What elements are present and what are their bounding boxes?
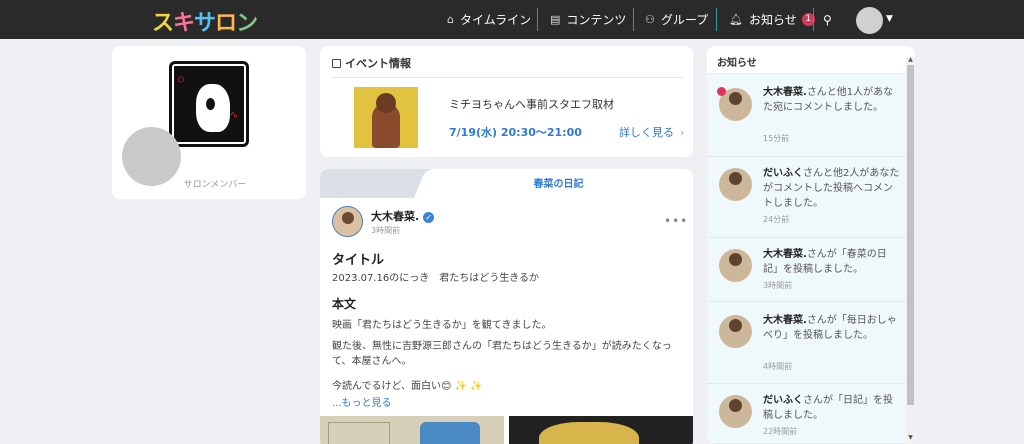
notification-scrollbar[interactable]: ▲ ▼: [906, 56, 915, 444]
avatar: [719, 249, 752, 282]
event-card: イベント情報 ミチヨちゃんへ事前スタエフ取材 7/19(水) 20:30〜21:…: [320, 46, 693, 157]
post-timestamp: 3時間前: [371, 226, 401, 235]
notification-user: だいふく: [763, 168, 803, 179]
avatar: [719, 315, 752, 348]
cow-illustration: [196, 84, 230, 132]
verified-icon: ✓: [423, 212, 435, 223]
notification-item[interactable]: 大木春菜.さんが「春菜の日記」を投稿しました。 3時間前: [707, 238, 907, 302]
event-heading: イベント情報: [332, 55, 411, 71]
event-details-link[interactable]: 詳しく見る ›: [619, 124, 684, 140]
tab-diary[interactable]: 春菜の日記: [424, 169, 693, 198]
post-photo[interactable]: [320, 416, 504, 444]
feed-tab-strip: 春菜の日記: [320, 169, 693, 198]
nav-timeline-label: タイムライン: [459, 13, 532, 27]
profile-cover-image: ○ ∿: [169, 61, 249, 147]
notification-item[interactable]: 大木春菜.さんが「毎日おしゃべり」を投稿しました。 4時間前: [707, 302, 907, 384]
nav-notifications-label: お知らせ: [748, 13, 797, 27]
notification-text: 大木春菜.さんが「毎日おしゃべり」を投稿しました。: [763, 313, 901, 343]
nav-contents-label: コンテンツ: [566, 13, 627, 27]
bell-icon: 🔔︎: [729, 13, 743, 26]
divider: [332, 77, 682, 78]
post-body-paragraph: 観た後、無性に吉野源三郎さんの「君たちはどう生きるか」が読みたくなって、本屋さん…: [332, 341, 672, 367]
nav-divider: [537, 8, 538, 31]
notification-user: 大木春菜.: [763, 315, 807, 326]
notification-text: だいふくさんが「日記」を投稿しました。: [763, 393, 901, 423]
post-author[interactable]: 大木春菜. ✓: [371, 208, 435, 224]
notification-heading: お知らせ: [707, 46, 907, 74]
notification-item[interactable]: 大木春菜.さんと他1人があなた宛にコメントしました。 15分前: [707, 74, 907, 157]
feed-card: 春菜の日記 大木春菜. ✓ 3時間前 ••• タイトル 2023.07.16のにっ…: [320, 169, 693, 444]
scroll-down-icon[interactable]: ▼: [906, 434, 915, 441]
event-heading-label: イベント情報: [345, 57, 411, 70]
chevron-down-icon[interactable]: ▼: [886, 14, 893, 24]
notification-time: 24分前: [763, 215, 790, 224]
search-icon: ⚲: [823, 12, 832, 27]
event-details-label: 詳しく見る: [619, 126, 674, 139]
profile-card: ○ ∿ サロンメンバー: [112, 46, 306, 199]
nav-groups[interactable]: ⚇ グループ: [645, 0, 708, 39]
post-title-label: タイトル: [332, 253, 385, 268]
event-time: 7/19(水) 20:30〜21:00: [449, 126, 582, 139]
unread-dot: [717, 87, 726, 96]
notification-item[interactable]: だいふくさんが「日記」を投稿しました。 22時間前: [707, 384, 907, 444]
search-button[interactable]: ⚲: [823, 0, 832, 39]
notification-time: 15分前: [763, 134, 790, 143]
notification-time: 22時間前: [763, 427, 798, 436]
nav-groups-label: グループ: [660, 13, 709, 27]
avatar: [719, 395, 752, 428]
nav-divider: [716, 8, 717, 31]
nav-divider: [813, 8, 814, 31]
notification-text: 大木春菜.さんが「春菜の日記」を投稿しました。: [763, 247, 901, 277]
scribble-mark: ○: [178, 74, 185, 85]
post-body-paragraph: 映画「君たちはどう生きるか」を観てきました。: [332, 320, 552, 331]
post-photo[interactable]: [509, 416, 693, 444]
book-icon: ▤: [550, 13, 561, 26]
member-role-label: サロンメンバー: [183, 180, 247, 190]
post-title-value: 2023.07.16のにっき 君たちはどう生きるか: [332, 273, 540, 284]
notification-user: 大木春菜.: [763, 249, 807, 260]
post-author-avatar[interactable]: [332, 206, 363, 237]
nav-contents[interactable]: ▤ コンテンツ: [550, 0, 626, 39]
post-body-label: 本文: [332, 297, 357, 311]
person-head: [376, 93, 396, 113]
chevron-right-icon: ›: [680, 126, 685, 139]
notification-text: だいふくさんと他2人があなたがコメントした投稿へコメントしました。: [763, 166, 901, 211]
user-avatar-menu[interactable]: [856, 7, 883, 34]
event-title[interactable]: ミチヨちゃんへ事前スタエフ取材: [449, 96, 614, 112]
more-options-icon[interactable]: •••: [664, 214, 688, 228]
avatar: [719, 168, 752, 201]
post-author-name: 大木春菜.: [371, 210, 420, 223]
nav-divider: [633, 8, 634, 31]
scroll-up-icon[interactable]: ▲: [906, 56, 915, 63]
notification-panel: お知らせ 大木春菜.さんと他1人があなた宛にコメントしました。 15分前 だいふ…: [707, 46, 915, 444]
post-body-paragraph: 今読んでるけど、面白い😊 ✨ ✨: [332, 381, 483, 392]
scribble-mark: ∿: [230, 110, 239, 121]
calendar-icon: [332, 59, 341, 68]
notification-text: 大木春菜.さんと他1人があなた宛にコメントしました。: [763, 85, 901, 115]
scrollbar-thumb[interactable]: [907, 65, 914, 405]
nav-timeline[interactable]: ⌂ タイムライン: [447, 0, 531, 39]
site-logo[interactable]: スキサロン: [152, 5, 258, 37]
notification-time: 3時間前: [763, 281, 793, 290]
read-more-link[interactable]: ...もっと見る: [332, 394, 392, 409]
event-thumbnail[interactable]: [354, 87, 418, 148]
notification-item[interactable]: だいふくさんと他2人があなたがコメントした投稿へコメントしました。 24分前: [707, 157, 907, 238]
nav-notifications[interactable]: 🔔︎ お知らせ 1: [729, 0, 815, 39]
notification-time: 4時間前: [763, 362, 793, 371]
home-icon: ⌂: [447, 13, 454, 26]
group-icon: ⚇: [645, 13, 655, 26]
top-navigation-bar: スキサロン ⌂ タイムライン ▤ コンテンツ ⚇ グループ 🔔︎ お知らせ 1 …: [0, 0, 1024, 39]
notification-user: だいふく: [763, 395, 803, 406]
notification-user: 大木春菜.: [763, 87, 807, 98]
